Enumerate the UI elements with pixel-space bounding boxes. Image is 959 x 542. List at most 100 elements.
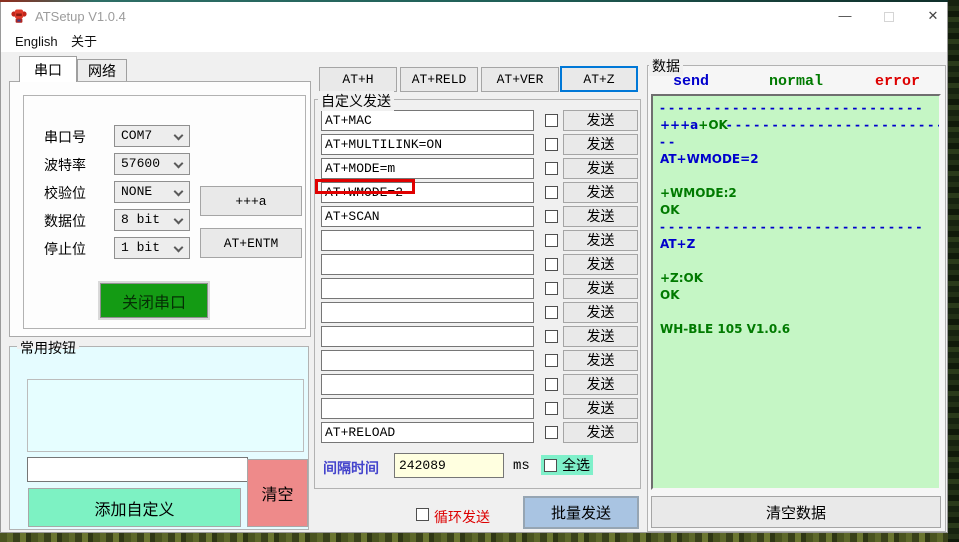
data-log-area[interactable]: - - - - - - - - - - - - - - - - - - - - …: [651, 94, 941, 490]
log-line: +Z:OK: [660, 270, 932, 287]
loop-send-checkbox[interactable]: [416, 508, 429, 521]
command-input-8[interactable]: [321, 278, 534, 299]
chevron-down-icon: [173, 186, 184, 197]
command-checkbox-6[interactable]: [545, 234, 558, 247]
stop-bits-select[interactable]: 1 bit: [114, 237, 190, 259]
tab-serial[interactable]: 串口: [19, 56, 77, 82]
command-checkbox-14[interactable]: [545, 426, 558, 439]
command-checkbox-13[interactable]: [545, 402, 558, 415]
log-line: OK: [660, 202, 932, 219]
send-command-button-1[interactable]: 发送: [563, 110, 638, 131]
send-command-button-3[interactable]: 发送: [563, 158, 638, 179]
at-entm-button[interactable]: AT+ENTM: [200, 228, 302, 258]
clear-data-button[interactable]: 清空数据: [651, 496, 941, 528]
send-command-button-4[interactable]: 发送: [563, 182, 638, 203]
command-input-5[interactable]: [321, 206, 534, 227]
data-bits-label: 数据位: [44, 213, 86, 229]
log-segment: - - - - - - - - - - - - - - - - - - - - …: [660, 220, 922, 234]
command-input-12[interactable]: [321, 374, 534, 395]
annotation-highlight-box: [315, 179, 415, 194]
clear-common-button[interactable]: 清空: [247, 459, 308, 527]
data-bits-value: 8 bit: [121, 212, 161, 227]
batch-send-button[interactable]: 批量发送: [523, 496, 639, 529]
log-segment: - -: [660, 135, 675, 149]
send-command-button-5[interactable]: 发送: [563, 206, 638, 227]
select-all-checkbox[interactable]: [544, 458, 557, 472]
log-segment: +++a: [660, 118, 699, 132]
command-input-10[interactable]: [321, 326, 534, 347]
log-segment: +Z:OK: [660, 271, 704, 285]
data-group-label: 数据: [649, 56, 683, 76]
custom-send-label: 自定义发送: [318, 91, 394, 111]
at-z-button[interactable]: AT+Z: [560, 66, 638, 92]
log-segment: AT+WMODE=2: [660, 152, 759, 166]
com-port-select[interactable]: COM7: [114, 125, 190, 147]
command-input-3[interactable]: [321, 158, 534, 179]
send-command-button-6[interactable]: 发送: [563, 230, 638, 251]
command-checkbox-5[interactable]: [545, 210, 558, 223]
command-input-11[interactable]: [321, 350, 534, 371]
interval-time-input[interactable]: [394, 453, 504, 478]
parity-value: NONE: [121, 184, 153, 199]
send-command-button-11[interactable]: 发送: [563, 350, 638, 371]
tab-network[interactable]: 网络: [77, 59, 127, 82]
command-checkbox-1[interactable]: [545, 114, 558, 127]
log-line: AT+Z: [660, 236, 932, 253]
common-buttons-list[interactable]: [27, 379, 304, 452]
send-command-button-7[interactable]: 发送: [563, 254, 638, 275]
command-checkbox-3[interactable]: [545, 162, 558, 175]
send-command-button-10[interactable]: 发送: [563, 326, 638, 347]
log-line: AT+WMODE=2: [660, 151, 932, 168]
chevron-down-icon: [173, 130, 184, 141]
at-h-button[interactable]: AT+H: [319, 67, 397, 92]
menu-item-about[interactable]: 关于: [65, 32, 103, 51]
command-checkbox-4[interactable]: [545, 186, 558, 199]
maximize-button[interactable]: [873, 2, 905, 30]
plus-a-button[interactable]: +++a: [200, 186, 302, 216]
at-ver-button[interactable]: AT+VER: [481, 67, 559, 92]
legend-error: error: [875, 73, 921, 90]
log-line: - - - - - - - - - - - - - - - - - - - - …: [660, 100, 932, 117]
send-command-button-9[interactable]: 发送: [563, 302, 638, 323]
command-checkbox-9[interactable]: [545, 306, 558, 319]
command-checkbox-11[interactable]: [545, 354, 558, 367]
command-input-14[interactable]: [321, 422, 534, 443]
custom-command-entry-input[interactable]: [27, 457, 248, 482]
parity-select[interactable]: NONE: [114, 181, 190, 203]
send-command-button-14[interactable]: 发送: [563, 422, 638, 443]
baud-rate-label: 波特率: [44, 157, 86, 173]
command-checkbox-7[interactable]: [545, 258, 558, 271]
command-input-2[interactable]: [321, 134, 534, 155]
close-serial-port-button[interactable]: 关闭串口: [98, 281, 210, 320]
send-command-button-2[interactable]: 发送: [563, 134, 638, 155]
command-input-1[interactable]: [321, 110, 534, 131]
send-command-button-12[interactable]: 发送: [563, 374, 638, 395]
data-bits-select[interactable]: 8 bit: [114, 209, 190, 231]
close-button[interactable]: ✕: [917, 2, 949, 30]
app-icon: [11, 9, 27, 23]
baud-rate-select[interactable]: 57600: [114, 153, 190, 175]
command-input-13[interactable]: [321, 398, 534, 419]
command-input-9[interactable]: [321, 302, 534, 323]
select-all-label: 全选: [562, 457, 590, 473]
command-checkbox-12[interactable]: [545, 378, 558, 391]
command-input-7[interactable]: [321, 254, 534, 275]
minimize-button[interactable]: —: [829, 2, 861, 30]
app-window: ATSetup V1.0.4 — ✕ English 关于 串口 网络 串口号 …: [0, 2, 948, 533]
desktop-wallpaper-right: [948, 0, 959, 542]
send-command-button-13[interactable]: 发送: [563, 398, 638, 419]
chevron-down-icon: [173, 214, 184, 225]
add-custom-button[interactable]: 添加自定义: [28, 488, 241, 527]
command-checkbox-10[interactable]: [545, 330, 558, 343]
command-checkbox-2[interactable]: [545, 138, 558, 151]
at-reld-button[interactable]: AT+RELD: [400, 67, 478, 92]
menu-item-english[interactable]: English: [9, 32, 64, 51]
menu-bar: English 关于: [1, 30, 947, 52]
send-command-button-8[interactable]: 发送: [563, 278, 638, 299]
command-checkbox-8[interactable]: [545, 282, 558, 295]
log-segment: +OK: [698, 118, 727, 132]
command-input-6[interactable]: [321, 230, 534, 251]
com-port-label: 串口号: [44, 129, 86, 145]
